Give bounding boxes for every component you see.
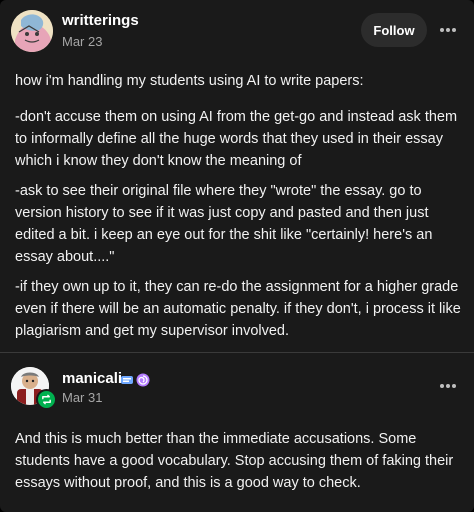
post-paragraph: -ask to see their original file where th… [15, 180, 465, 268]
post-paragraph-text: -don't accuse them on using AI from the … [15, 109, 458, 169]
post-paragraph: -if they own up to it, they can re-do th… [15, 276, 465, 342]
post-paragraph-text: -if they own up to it, they can re-do th… [15, 279, 461, 339]
reblog-divider [0, 352, 474, 353]
reblog-icon [36, 389, 57, 410]
post-paragraph: how i'm handling my students using AI to… [15, 70, 465, 92]
reply-paragraph-text: And this is much better than the immedia… [15, 431, 454, 491]
author-avatar[interactable] [11, 10, 53, 52]
post-author-name[interactable]: writterings [62, 12, 139, 29]
reblogger-name[interactable]: manicali [62, 370, 122, 387]
spiral-badge-icon [135, 372, 151, 388]
follow-button[interactable]: Follow [361, 13, 427, 47]
post-card: writterings Mar 23 Follow how i'm handli… [0, 0, 474, 512]
post-date[interactable]: Mar 23 [62, 34, 102, 49]
more-options-icon[interactable] [440, 378, 456, 394]
reply-date[interactable]: Mar 31 [62, 390, 102, 405]
more-options-icon[interactable] [440, 22, 456, 38]
post-paragraph-text: how i'm handling my students using AI to… [15, 73, 364, 89]
reply-text: And this is much better than the immedia… [15, 428, 465, 494]
post-paragraph: -don't accuse them on using AI from the … [15, 106, 465, 172]
post-paragraph-text: -ask to see their original file where th… [15, 183, 433, 265]
tag-badge-icon [120, 372, 136, 388]
